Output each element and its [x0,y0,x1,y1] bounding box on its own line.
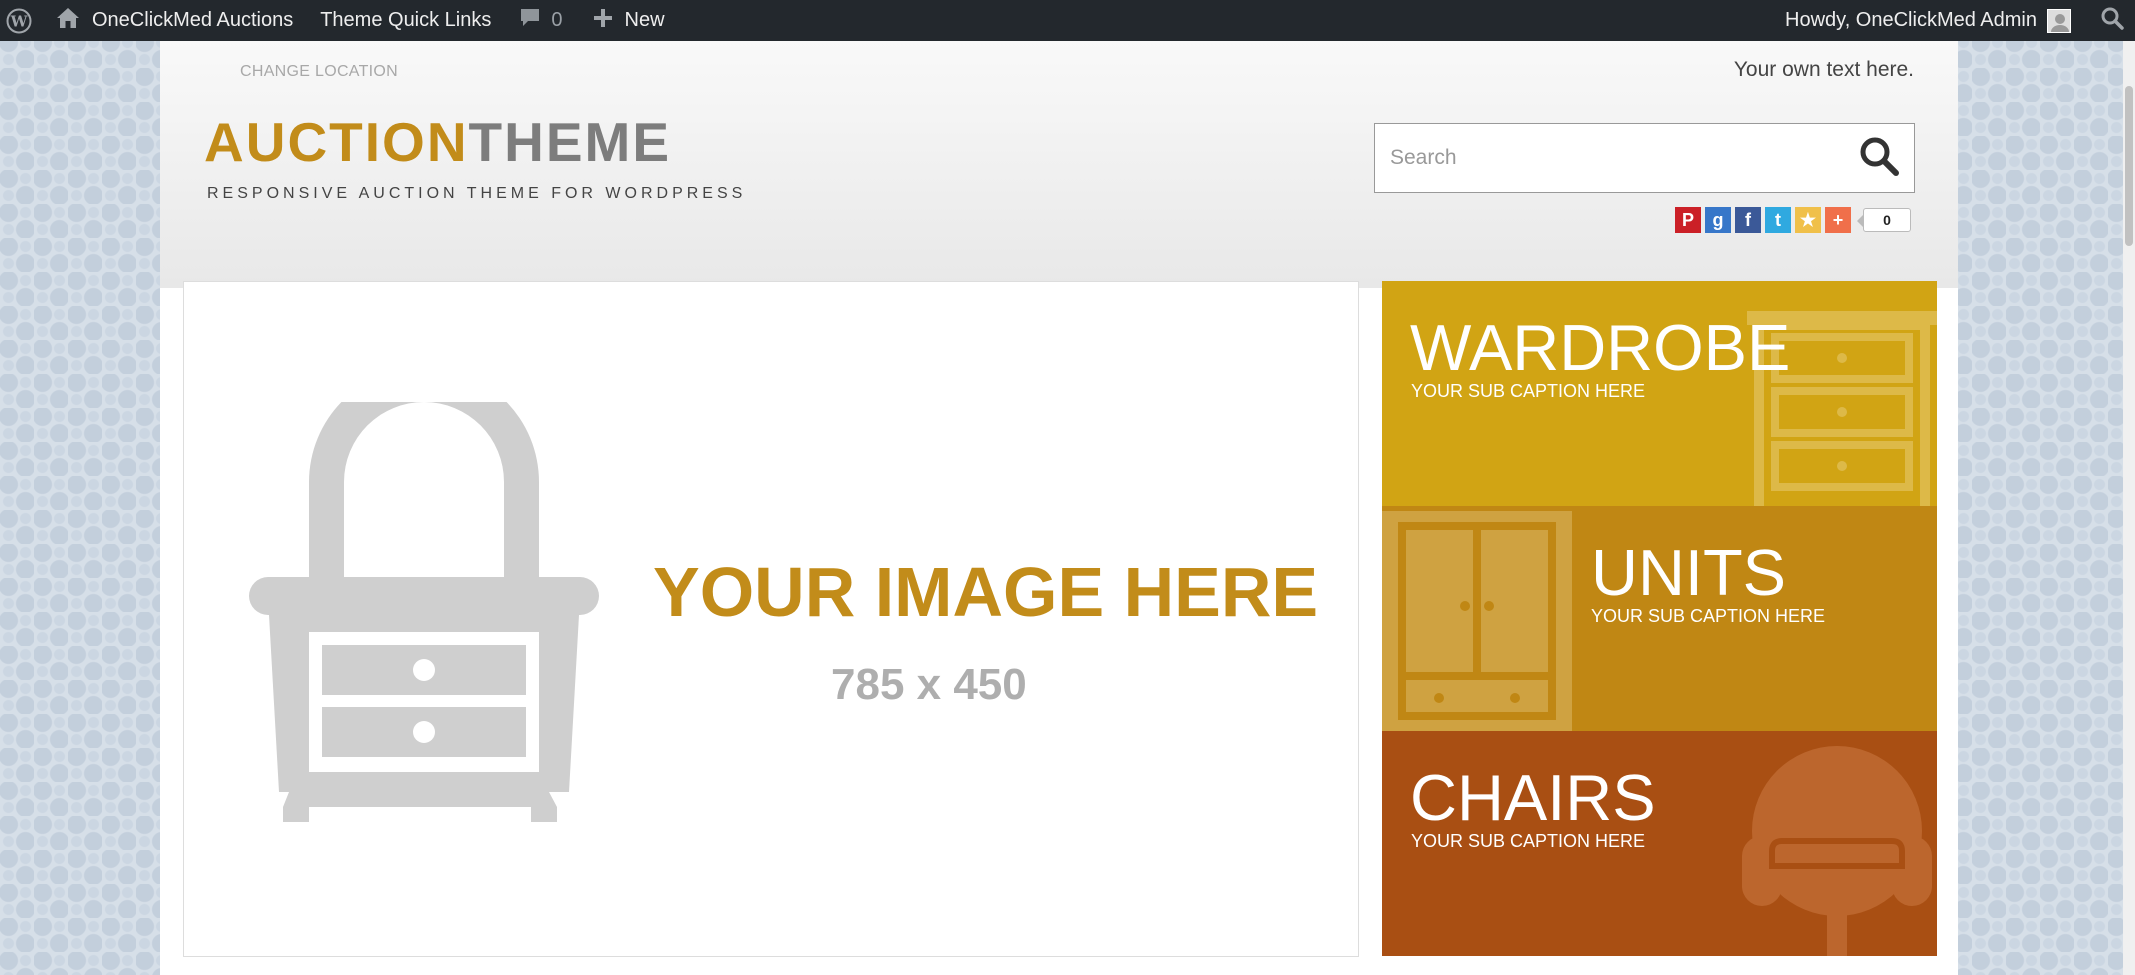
share-count: 0 [1857,208,1911,232]
svg-text:W: W [10,12,29,30]
my-account-menu[interactable]: Howdy, OneClickMed Admin [1785,0,2071,41]
favorites-icon[interactable]: ★ [1795,207,1821,233]
tile-subtitle-chairs: YOUR SUB CAPTION HERE [1411,831,1646,851]
cabinet-icon [1382,511,1572,731]
nightstand-placeholder-icon [249,402,599,822]
site-header: CHANGE LOCATION Your own text here. AUCT… [160,41,1958,288]
tile-subtitle-units: YOUR SUB CAPTION HERE [1591,606,1826,626]
logo-wordmark: AUCTIONTHEME [204,115,746,170]
wordpress-logo-icon[interactable]: W [0,0,38,41]
admin-search-button[interactable] [2089,0,2135,41]
new-label: New [624,9,665,31]
tile-title-chairs: CHAIRS [1410,761,1656,834]
search-input[interactable] [1375,125,1844,191]
site-logo[interactable]: AUCTIONTHEME RESPONSIVE AUCTION THEME FO… [204,115,746,203]
search-form [1374,123,1915,193]
howdy-label: Howdy, OneClickMed Admin [1785,9,2037,31]
category-tile-chairs[interactable]: CHAIRS YOUR SUB CAPTION HERE [1382,731,1937,956]
pinterest-icon[interactable]: P [1675,207,1701,233]
social-share-bar: P g f t ★ + 0 [1675,207,1911,233]
logo-part-auction: AUCTION [204,111,469,173]
header-own-text: Your own text here. [1733,58,1914,81]
google-plus-icon[interactable]: g [1705,207,1731,233]
tile-title-wardrobe: WARDROBE [1410,311,1791,384]
theme-quick-links-label: Theme Quick Links [320,9,492,31]
comments-link[interactable]: 0 [519,0,563,41]
plus-icon [593,8,613,34]
home-icon [56,7,80,35]
theme-quick-links-menu[interactable]: Theme Quick Links [320,0,491,41]
banner-size-label: 785 x 450 [831,660,1027,709]
new-content-menu[interactable]: New [593,0,665,41]
main-banner[interactable]: YOUR IMAGE HERE 785 x 450 [183,281,1359,957]
change-location-link[interactable]: CHANGE LOCATION [240,63,398,81]
logo-tagline: RESPONSIVE AUCTION THEME FOR WORDPRESS [207,185,747,202]
facebook-icon[interactable]: f [1735,207,1761,233]
search-icon [1858,135,1900,182]
search-button[interactable] [1844,125,1914,191]
category-tile-wardrobe[interactable]: WARDROBE YOUR SUB CAPTION HERE [1382,281,1937,506]
avatar [2047,8,2071,33]
admin-bar: W OneClickMed Auctions Theme Quick Links… [0,0,2135,41]
comment-icon [519,7,541,35]
site-name-menu[interactable]: OneClickMed Auctions [56,0,293,41]
comments-count: 0 [551,9,563,31]
armchair-icon [1742,746,1932,956]
category-tile-units[interactable]: UNITS YOUR SUB CAPTION HERE [1382,506,1937,731]
page-scrollbar[interactable] [2123,41,2135,975]
tile-subtitle-wardrobe: YOUR SUB CAPTION HERE [1411,381,1646,401]
site-name-label: OneClickMed Auctions [92,9,294,31]
logo-part-theme: THEME [468,111,672,173]
scrollbar-thumb[interactable] [2125,86,2133,246]
addthis-icon[interactable]: + [1825,207,1851,233]
search-icon [2100,6,2124,36]
tile-title-units: UNITS [1591,536,1786,609]
banner-headline: YOUR IMAGE HERE [653,553,1319,631]
twitter-icon[interactable]: t [1765,207,1791,233]
